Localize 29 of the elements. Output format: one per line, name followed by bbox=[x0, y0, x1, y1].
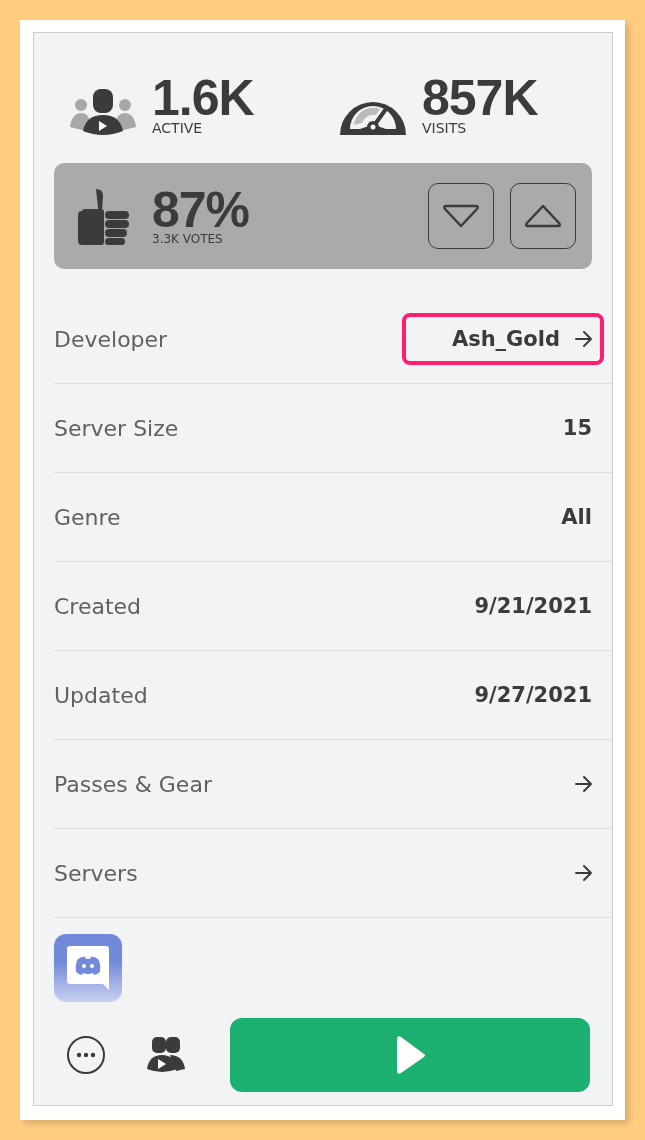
players-icon bbox=[70, 87, 136, 135]
developer-link[interactable]: Ash_Gold bbox=[401, 313, 604, 365]
detail-label: Passes & Gear bbox=[54, 771, 212, 797]
detail-value: 15 bbox=[561, 415, 593, 442]
detail-label: Servers bbox=[54, 860, 138, 886]
stat-value: 857K bbox=[422, 76, 538, 120]
arrow-right-icon bbox=[574, 864, 594, 882]
arrow-right-icon bbox=[574, 775, 594, 793]
arrow-right-icon bbox=[574, 330, 594, 348]
vote-count: 3.3K VOTES bbox=[152, 232, 224, 245]
downvote-button[interactable] bbox=[428, 183, 494, 249]
discord-button[interactable] bbox=[54, 934, 122, 1002]
detail-label: Developer bbox=[54, 326, 168, 352]
stat-value: 1.6K bbox=[152, 76, 254, 120]
detail-value: 9/21/2021 bbox=[473, 593, 593, 620]
detail-label: Created bbox=[54, 593, 142, 619]
detail-label: Server Size bbox=[54, 415, 179, 441]
detail-value: 9/27/2021 bbox=[473, 682, 593, 709]
rating-percent: 87% bbox=[152, 187, 250, 232]
detail-label: Genre bbox=[54, 504, 121, 530]
play-icon bbox=[394, 1035, 426, 1075]
detail-label: Updated bbox=[54, 682, 148, 708]
down-triangle-icon bbox=[442, 203, 480, 229]
thumbs-up-icon bbox=[78, 187, 130, 245]
stat-label: VISITS bbox=[422, 121, 468, 135]
stat-label: ACTIVE bbox=[152, 121, 204, 135]
upvote-button[interactable] bbox=[510, 183, 576, 249]
up-triangle-icon bbox=[524, 203, 562, 229]
detail-value: All bbox=[560, 504, 593, 531]
